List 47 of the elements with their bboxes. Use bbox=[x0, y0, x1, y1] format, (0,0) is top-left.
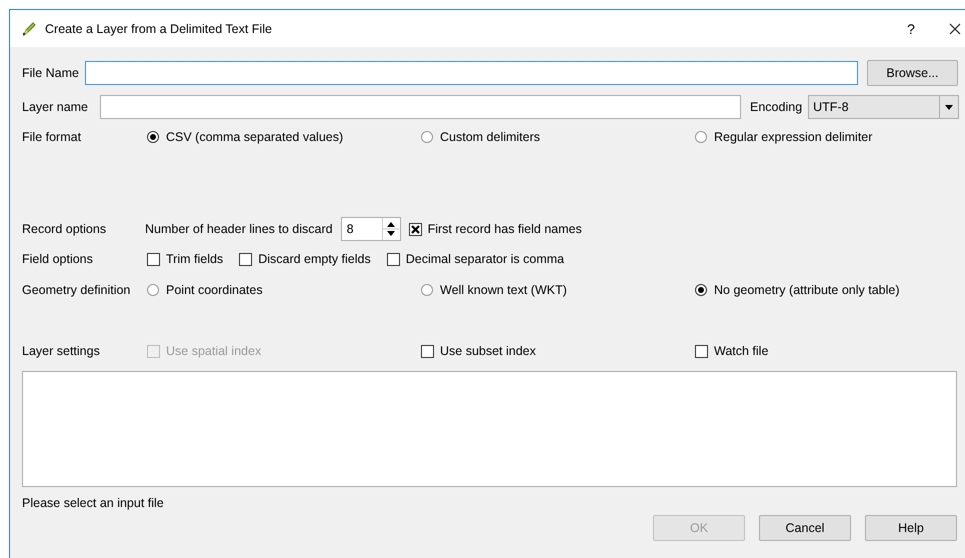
section-label: Layer settings bbox=[22, 344, 101, 358]
section-label: Field options bbox=[22, 252, 94, 266]
radio-button[interactable] bbox=[695, 284, 707, 296]
dropdown-arrow-icon bbox=[945, 104, 954, 110]
checkbox[interactable] bbox=[239, 252, 252, 266]
close-icon[interactable] bbox=[949, 22, 961, 34]
field-label: Layer name bbox=[22, 100, 88, 114]
section-label: Record options bbox=[22, 222, 108, 236]
layer-name-field[interactable] bbox=[100, 95, 742, 119]
browse-button[interactable]: Browse... bbox=[866, 60, 958, 86]
radio-button[interactable] bbox=[147, 131, 159, 143]
file-name-field[interactable] bbox=[84, 61, 858, 85]
option-label: Use spatial index bbox=[166, 344, 262, 358]
option-label: Decimal separator is comma bbox=[406, 252, 564, 266]
field-label: Encoding bbox=[750, 100, 802, 114]
dialog-button[interactable]: Cancel bbox=[759, 515, 851, 541]
radio-button[interactable] bbox=[421, 131, 433, 143]
section-label: Geometry definition bbox=[22, 283, 132, 297]
option-label: Use subset index bbox=[440, 344, 536, 358]
encoding-dropdown[interactable]: UTF-8 bbox=[808, 95, 960, 119]
option-label: Discard empty fields bbox=[258, 252, 371, 266]
spin-box[interactable]: 8 bbox=[340, 217, 401, 241]
option-label: Point coordinates bbox=[166, 283, 263, 297]
pencil-icon bbox=[21, 20, 37, 36]
option-label: Regular expression delimiter bbox=[714, 130, 872, 144]
checkbox[interactable] bbox=[147, 252, 160, 266]
checkbox[interactable] bbox=[386, 252, 400, 266]
radio-button[interactable] bbox=[695, 131, 707, 143]
option-label: First record has field names bbox=[428, 222, 582, 236]
help-button[interactable]: ? bbox=[901, 20, 921, 36]
option-label: Custom delimiters bbox=[440, 130, 540, 144]
radio-button[interactable] bbox=[147, 284, 159, 296]
checkbox[interactable] bbox=[695, 344, 708, 358]
field-label: Number of header lines to discard bbox=[145, 222, 333, 236]
status-text: Please select an input file bbox=[22, 495, 165, 512]
checkbox[interactable] bbox=[421, 344, 434, 358]
option-label: Watch file bbox=[714, 344, 768, 358]
field-label: File Name bbox=[22, 66, 79, 80]
option-label: CSV (comma separated values) bbox=[166, 130, 344, 144]
checkbox[interactable] bbox=[408, 222, 422, 236]
option-label: No geometry (attribute only table) bbox=[714, 283, 900, 297]
window-title: Create a Layer from a Delimited Text File bbox=[45, 22, 273, 36]
section-label: File format bbox=[22, 130, 82, 144]
dialog-button[interactable]: Help bbox=[865, 515, 957, 541]
option-label: Well known text (WKT) bbox=[440, 283, 567, 297]
option-label: Trim fields bbox=[166, 252, 224, 266]
radio-button[interactable] bbox=[421, 284, 433, 296]
